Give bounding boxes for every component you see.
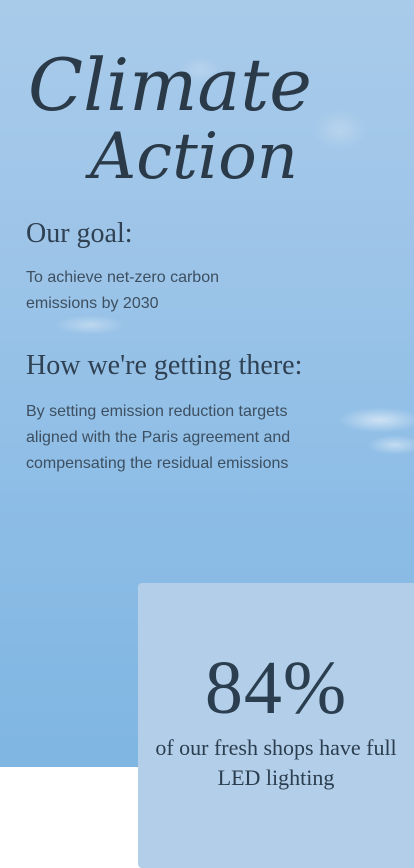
led-stat-card: 84% of our fresh shops have full LED lig… xyxy=(138,583,414,868)
stat-caption: of our fresh shops have full LED lightin… xyxy=(155,735,397,790)
title-line-2: Action xyxy=(85,120,298,194)
approach-text: By setting emission reduction targets al… xyxy=(26,403,291,472)
approach-heading: How we're getting there: xyxy=(26,350,303,381)
stat-value: 84% xyxy=(204,646,348,730)
goal-text: To achieve net-zero carbon emissions by … xyxy=(26,269,219,312)
title-line-1: Climate xyxy=(28,43,312,127)
climate-action-title: Climate Action xyxy=(28,43,312,194)
goal-heading: Our goal: xyxy=(26,218,133,249)
